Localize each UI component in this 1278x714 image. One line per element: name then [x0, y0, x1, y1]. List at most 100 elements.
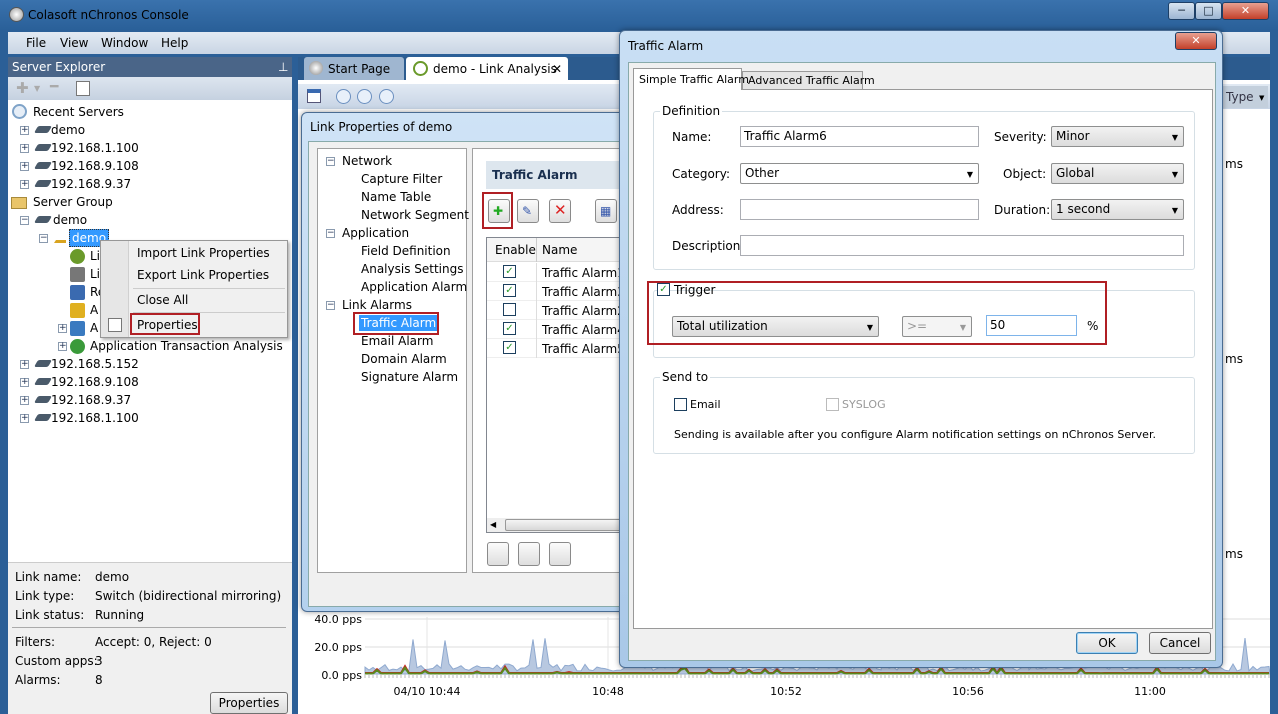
- table-row[interactable]: ✓ Traffic Alarm1: [487, 263, 635, 282]
- expand-icon[interactable]: +: [58, 342, 67, 351]
- collapse-icon[interactable]: −: [326, 301, 335, 310]
- remove-server-icon[interactable]: ━: [50, 79, 58, 95]
- email-checkbox[interactable]: [674, 398, 687, 411]
- enable-checkbox[interactable]: ✓: [503, 284, 516, 297]
- expand-icon[interactable]: +: [20, 396, 29, 405]
- tree-recent-servers[interactable]: Recent Servers: [33, 104, 124, 120]
- menu-help[interactable]: Help: [161, 35, 188, 51]
- invert-selection-button[interactable]: [549, 542, 571, 566]
- expand-icon[interactable]: +: [20, 360, 29, 369]
- tree-link-child[interactable]: A: [90, 302, 98, 318]
- column-enable[interactable]: Enable: [495, 242, 536, 258]
- deselect-all-button[interactable]: [518, 542, 540, 566]
- expand-icon[interactable]: +: [20, 414, 29, 423]
- scrollbar-thumb[interactable]: [505, 519, 635, 531]
- menu-close-all[interactable]: Close All: [137, 292, 188, 308]
- select-all-button[interactable]: [487, 542, 509, 566]
- tree-server[interactable]: 192.168.5.152: [51, 356, 139, 372]
- tree-recent-server[interactable]: 192.168.9.37: [51, 176, 131, 192]
- dropdown-arrow-icon[interactable]: ▼: [34, 81, 40, 97]
- object-select[interactable]: Global: [1051, 163, 1184, 184]
- tree-recent-server[interactable]: 192.168.9.108: [51, 158, 139, 174]
- edit-alarm-button[interactable]: ✎: [517, 199, 539, 223]
- table-row[interactable]: ✓ Traffic Alarm3: [487, 282, 635, 301]
- duration-select[interactable]: 1 second: [1051, 199, 1184, 220]
- scroll-left-icon[interactable]: ◀: [490, 517, 496, 533]
- enable-checkbox[interactable]: ✓: [503, 322, 516, 335]
- menu-import-link-properties[interactable]: Import Link Properties: [137, 245, 270, 261]
- tree-server[interactable]: 192.168.9.37: [51, 392, 131, 408]
- expand-icon[interactable]: +: [58, 324, 67, 333]
- category-select[interactable]: Other: [740, 163, 979, 184]
- tree-item[interactable]: Application Alarm: [361, 279, 467, 295]
- menu-export-link-properties[interactable]: Export Link Properties: [137, 267, 269, 283]
- tree-item[interactable]: Capture Filter: [361, 171, 442, 187]
- menu-window[interactable]: Window: [101, 35, 148, 51]
- tree-category[interactable]: Application: [342, 225, 409, 241]
- add-server-icon[interactable]: ✚: [16, 80, 29, 96]
- table-row[interactable]: ✓ Traffic Alarm4: [487, 320, 635, 339]
- tree-item[interactable]: Name Table: [361, 189, 431, 205]
- tree-item[interactable]: Domain Alarm: [361, 351, 447, 367]
- pin-icon[interactable]: ⊥: [278, 59, 288, 75]
- link-properties-title: Link Properties of demo: [310, 120, 453, 134]
- maximize-button[interactable]: □: [1195, 2, 1222, 20]
- tree-item[interactable]: Email Alarm: [361, 333, 433, 349]
- tree-link-child[interactable]: Application Transaction Analysis: [90, 338, 283, 354]
- expand-icon[interactable]: +: [20, 144, 29, 153]
- properties-icon[interactable]: [76, 81, 90, 96]
- name-input[interactable]: Traffic Alarm6: [740, 126, 979, 147]
- properties-button[interactable]: Properties: [210, 692, 288, 714]
- tree-server-group[interactable]: Server Group: [33, 194, 113, 210]
- expand-icon[interactable]: +: [20, 378, 29, 387]
- tree-server[interactable]: 192.168.1.100: [51, 410, 139, 426]
- tree-item[interactable]: Network Segment: [361, 207, 469, 223]
- tree-recent-server[interactable]: demo: [51, 122, 85, 138]
- enable-checkbox[interactable]: ✓: [503, 341, 516, 354]
- tree-link-child[interactable]: A: [90, 320, 98, 336]
- dialog-close-button[interactable]: ✕: [1175, 32, 1217, 50]
- x-tick-label: 04/10 10:44: [394, 685, 461, 698]
- description-input[interactable]: [740, 235, 1184, 256]
- minimize-button[interactable]: ─: [1168, 2, 1195, 20]
- globe-icon: [70, 339, 85, 354]
- delete-alarm-button[interactable]: ✕: [549, 199, 571, 223]
- enable-checkbox[interactable]: ✓: [503, 265, 516, 278]
- collapse-icon[interactable]: −: [20, 216, 29, 225]
- collapse-icon[interactable]: −: [326, 157, 335, 166]
- close-button[interactable]: ✕: [1222, 2, 1269, 20]
- tree-item[interactable]: Field Definition: [361, 243, 451, 259]
- menu-view[interactable]: View: [60, 35, 88, 51]
- tab-advanced-traffic-alarm[interactable]: Advanced Traffic Alarm: [742, 71, 875, 90]
- enable-checkbox[interactable]: [503, 303, 516, 316]
- tree-server[interactable]: 192.168.9.108: [51, 374, 139, 390]
- column-name[interactable]: Name: [542, 242, 577, 258]
- tree-link-child[interactable]: Li: [90, 248, 100, 264]
- collapse-icon[interactable]: −: [39, 234, 48, 243]
- server-icon: [33, 126, 53, 133]
- tree-category[interactable]: Link Alarms: [342, 297, 412, 313]
- tree-item[interactable]: Signature Alarm: [361, 369, 458, 385]
- tree-category[interactable]: Network: [342, 153, 392, 169]
- collapse-icon[interactable]: −: [326, 229, 335, 238]
- expand-icon[interactable]: +: [20, 126, 29, 135]
- tree-item[interactable]: Analysis Settings: [361, 261, 463, 277]
- expand-icon[interactable]: +: [20, 162, 29, 171]
- severity-select[interactable]: Minor: [1051, 126, 1184, 147]
- import-alarm-button[interactable]: ▦: [595, 199, 617, 223]
- table-row[interactable]: Traffic Alarm2: [487, 301, 635, 320]
- cancel-button[interactable]: Cancel: [1149, 632, 1211, 654]
- tab-simple-traffic-alarm[interactable]: Simple Traffic Alarm: [633, 68, 749, 90]
- explorer-title: Server Explorer: [12, 60, 106, 74]
- expand-icon[interactable]: +: [20, 180, 29, 189]
- tree-recent-server[interactable]: 192.168.1.100: [51, 140, 139, 156]
- horizontal-scrollbar[interactable]: ◀: [487, 518, 635, 532]
- tree-group-demo[interactable]: demo: [53, 212, 87, 228]
- address-input[interactable]: [740, 199, 979, 220]
- menu-file[interactable]: File: [26, 35, 46, 51]
- ok-button[interactable]: OK: [1076, 632, 1138, 654]
- tree-link-child[interactable]: Li: [90, 266, 100, 282]
- table-row[interactable]: ✓ Traffic Alarm5: [487, 339, 635, 358]
- group-label: Definition: [660, 104, 723, 118]
- link-info-panel: Link name: demo Link type: Switch (bidir…: [8, 562, 292, 714]
